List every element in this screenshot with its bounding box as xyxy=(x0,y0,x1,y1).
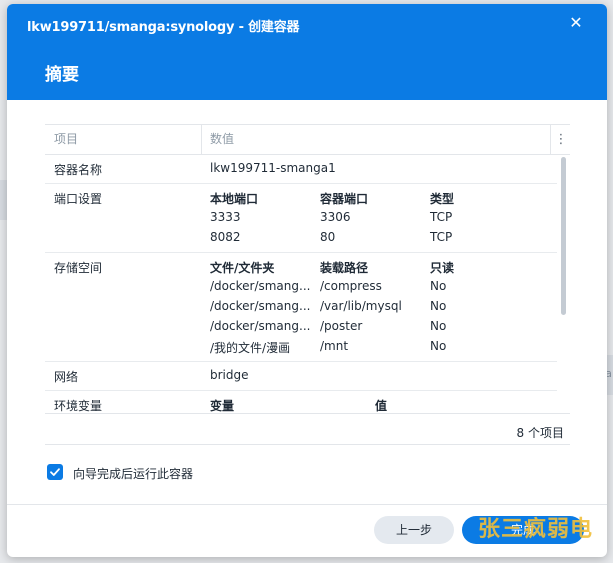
port-type: TCP xyxy=(430,210,453,224)
item-count: 8 个项目 xyxy=(516,426,564,440)
row-label: 容器名称 xyxy=(54,163,103,177)
port-header-container: 容器端口 xyxy=(320,192,369,206)
storage-header-mount: 装载路径 xyxy=(320,261,369,275)
step-title: 摘要 xyxy=(45,65,79,85)
port-local: 8082 xyxy=(210,230,241,244)
table-row: 端口设置 本地端口 容器端口 类型 3333 3306 TCP 8082 80 … xyxy=(45,184,557,253)
table-row: 环境变量 变量 值 xyxy=(45,391,557,413)
table-border xyxy=(45,124,570,125)
column-header-value[interactable]: 数值 xyxy=(210,125,234,154)
footer-divider xyxy=(45,413,570,414)
window-title: lkw199711/smanga:synology - 创建容器 xyxy=(27,20,300,35)
env-header-value: 值 xyxy=(375,399,388,413)
column-resizer[interactable] xyxy=(201,125,202,154)
storage-folder: /docker/smang... xyxy=(210,319,311,333)
checkmark-icon xyxy=(50,468,60,476)
storage-mount-path: /var/lib/mysql xyxy=(320,299,402,313)
close-icon[interactable]: ✕ xyxy=(565,12,587,34)
storage-readonly: No xyxy=(430,299,447,313)
column-resizer[interactable] xyxy=(550,125,551,154)
storage-mount-path: /mnt xyxy=(320,339,349,353)
footer-divider xyxy=(7,504,607,505)
run-after-label[interactable]: 向导完成后运行此容器 xyxy=(73,465,193,482)
port-local: 3333 xyxy=(210,210,241,224)
storage-header-readonly: 只读 xyxy=(430,261,455,275)
column-menu-icon[interactable]: ⋮ xyxy=(552,125,570,154)
container-name-value: lkw199711-smanga1 xyxy=(210,161,336,175)
table-scrollbar[interactable] xyxy=(557,155,570,413)
table-row: 网络 bridge xyxy=(45,362,557,391)
port-container: 3306 xyxy=(320,210,351,224)
storage-folder: /docker/smang... xyxy=(210,299,311,313)
port-container: 80 xyxy=(320,230,336,244)
run-after-checkbox[interactable] xyxy=(47,464,63,480)
port-type: TCP xyxy=(430,230,453,244)
storage-mount-path: /poster xyxy=(320,319,363,333)
back-button[interactable]: 上一步 xyxy=(374,516,454,544)
dialog-header: lkw199711/smanga:synology - 创建容器 ✕ 摘要 xyxy=(7,4,607,100)
row-label: 环境变量 xyxy=(54,399,103,413)
storage-readonly: No xyxy=(430,339,447,353)
network-value: bridge xyxy=(210,368,249,382)
row-label: 存储空间 xyxy=(54,261,103,275)
table-row: 存储空间 文件/文件夹 装载路径 只读 /docker/smang... /co… xyxy=(45,253,557,362)
storage-folder: /我的文件/漫画 xyxy=(210,341,291,355)
watermark-text: 张三疯弱电 xyxy=(478,517,594,542)
port-header-type: 类型 xyxy=(430,192,455,206)
table-row: 容器名称 lkw199711-smanga1 xyxy=(45,155,557,184)
storage-readonly: No xyxy=(430,319,447,333)
storage-header-folder: 文件/文件夹 xyxy=(210,261,275,275)
storage-mount-path: /compress xyxy=(320,279,382,293)
port-header-local: 本地端口 xyxy=(210,192,259,206)
storage-folder: /docker/smang... xyxy=(210,279,311,293)
storage-readonly: No xyxy=(430,279,447,293)
row-label: 网络 xyxy=(54,370,79,384)
create-container-dialog: lkw199711/smanga:synology - 创建容器 ✕ 摘要 项目… xyxy=(7,4,607,557)
column-header-item[interactable]: 项目 xyxy=(54,125,78,154)
table-border xyxy=(45,444,570,445)
summary-table: 项目 数值 ⋮ 容器名称 lkw199711-smanga1 端口设置 本地端口… xyxy=(45,124,570,445)
scrollbar-thumb[interactable] xyxy=(561,157,566,315)
env-header-variable: 变量 xyxy=(210,399,235,413)
row-label: 端口设置 xyxy=(54,192,103,206)
table-body[interactable]: 容器名称 lkw199711-smanga1 端口设置 本地端口 容器端口 类型… xyxy=(45,155,557,413)
